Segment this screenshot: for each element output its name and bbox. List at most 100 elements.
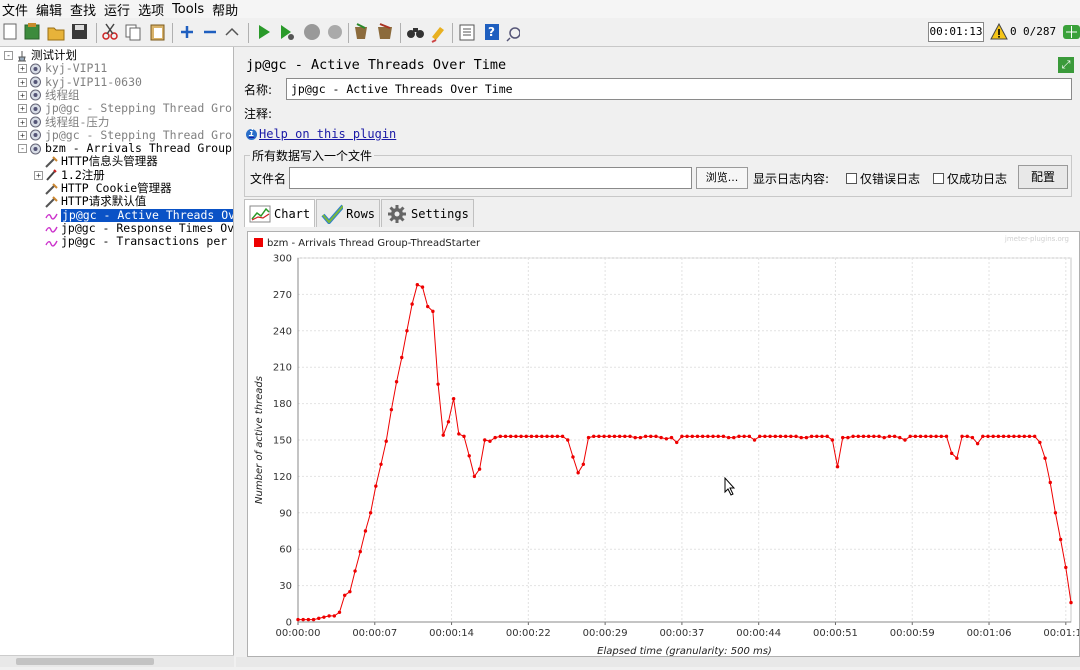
expand-panel-icon[interactable]: ⤢ <box>1058 57 1074 73</box>
function-helper-icon[interactable] <box>459 24 475 41</box>
clear-icon[interactable] <box>355 23 367 39</box>
data-point <box>1043 456 1047 460</box>
tree-node[interactable]: jp@gc - Active Threads Ov <box>34 208 233 222</box>
tree-node[interactable]: +1.2注册 <box>34 168 105 182</box>
data-point <box>322 615 326 619</box>
tree-node[interactable]: + 线程组 <box>18 88 80 102</box>
reset-search-icon[interactable] <box>431 27 444 43</box>
data-point <box>856 434 860 439</box>
templates-icon[interactable] <box>24 23 40 40</box>
data-point <box>327 614 331 618</box>
expand-icon[interactable]: + <box>18 117 27 127</box>
expand-all-icon[interactable] <box>181 26 193 38</box>
data-point <box>311 617 316 622</box>
browse-button[interactable]: 浏览... <box>696 167 748 189</box>
start-no-pauses-icon[interactable] <box>281 25 294 40</box>
menu-item-3[interactable]: 运行 <box>104 0 130 19</box>
expand-icon[interactable]: + <box>34 170 43 180</box>
tree-horizontal-scrollbar[interactable] <box>0 655 234 667</box>
save-icon[interactable] <box>72 24 87 39</box>
data-point <box>379 462 383 466</box>
collapse-icon[interactable]: - <box>18 144 27 154</box>
x-axis-label: Elapsed time (granularity: 500 ms) <box>597 646 772 657</box>
data-point <box>306 617 311 622</box>
data-point <box>420 285 425 289</box>
expand-icon[interactable]: + <box>18 130 27 140</box>
cut-icon[interactable] <box>102 23 118 40</box>
expand-icon[interactable]: + <box>18 104 27 114</box>
menu-item-4[interactable]: 选项 <box>138 0 164 19</box>
help-link[interactable]: i Help on this plugin <box>246 127 396 141</box>
open-icon[interactable] <box>47 27 65 41</box>
tab-settings-label: Settings <box>411 206 469 221</box>
tab-rows[interactable]: Rows <box>316 199 381 227</box>
new-icon[interactable] <box>3 23 17 40</box>
main-horizontal-scrollbar[interactable] <box>236 657 1080 667</box>
copy-icon[interactable] <box>125 24 141 41</box>
wrench-icon <box>45 156 58 168</box>
menu-item-6[interactable]: 帮助 <box>212 0 238 19</box>
y-tick-label: 300 <box>273 254 292 265</box>
data-point <box>540 434 544 439</box>
file-name-input[interactable] <box>289 167 692 189</box>
data-point <box>1064 565 1068 570</box>
data-point <box>348 589 352 594</box>
tree-node[interactable]: jp@gc - Response Times Ov <box>34 221 233 235</box>
configure-button[interactable]: 配置 <box>1018 165 1068 189</box>
data-point <box>898 435 902 440</box>
warning-icon[interactable] <box>990 23 1008 41</box>
tree-node[interactable]: - 测试计划 <box>4 49 77 62</box>
data-point <box>1032 434 1037 439</box>
gear-icon <box>386 204 408 224</box>
tree-node[interactable]: HTTP Cookie管理器 <box>34 182 172 195</box>
tree-node[interactable]: + kyj-VIP11 <box>18 62 107 75</box>
data-point <box>970 435 975 440</box>
clear-all-icon[interactable] <box>378 23 392 39</box>
x-tick-label: 00:00:29 <box>583 628 628 639</box>
collapse-icon[interactable]: - <box>4 51 13 60</box>
shutdown-icon[interactable] <box>328 25 342 39</box>
tree-node[interactable]: + jp@gc - Stepping Thread Grou <box>18 128 233 142</box>
name-field[interactable]: jp@gc - Active Threads Over Time <box>286 78 1072 100</box>
thread-group-icon <box>29 89 42 101</box>
data-point <box>462 434 466 439</box>
tree-node[interactable]: - bzm - Arrivals Thread Group <box>18 142 232 155</box>
toggle-icon[interactable] <box>225 27 239 36</box>
tree-node[interactable]: + jp@gc - Stepping Thread Grou <box>18 102 233 115</box>
data-point <box>503 434 508 439</box>
tab-settings[interactable]: Settings <box>381 199 474 227</box>
menu-item-0[interactable]: 文件 <box>2 0 28 19</box>
menu-bar: 文件 编辑 查找 运行 选项 Tools 帮助 <box>0 0 1080 19</box>
thread-group-icon <box>29 143 42 155</box>
tree-node[interactable]: + 线程组-压力 <box>18 115 109 129</box>
checkmark-icon <box>321 204 344 224</box>
menu-item-1[interactable]: 编辑 <box>36 0 62 19</box>
tree-node[interactable]: jp@gc - Transactions per <box>34 235 227 248</box>
y-tick-label: 270 <box>273 290 292 301</box>
tree-node[interactable]: HTTP信息头管理器 <box>34 155 158 168</box>
data-point <box>716 434 720 439</box>
x-tick-label: 00:01:06 <box>967 628 1012 639</box>
data-point <box>726 435 731 440</box>
data-point <box>851 434 855 439</box>
expand-icon[interactable]: + <box>18 77 27 87</box>
graph-icon <box>45 236 58 248</box>
stop-icon[interactable] <box>304 24 320 40</box>
start-icon[interactable] <box>259 25 270 39</box>
success-only-checkbox[interactable]: 仅成功日志 <box>933 170 1007 187</box>
paste-icon[interactable] <box>150 24 165 41</box>
search-icon[interactable] <box>407 28 424 38</box>
errors-only-checkbox[interactable]: 仅错误日志 <box>846 170 920 187</box>
expand-icon[interactable]: + <box>18 64 27 74</box>
expand-icon[interactable]: + <box>18 90 27 100</box>
remote-icon[interactable] <box>506 27 520 42</box>
tab-chart[interactable]: Chart <box>244 199 316 227</box>
help-icon[interactable]: ? <box>485 24 499 40</box>
tree-node[interactable]: HTTP请求默认值 <box>34 195 146 208</box>
tree-node[interactable]: + kyj-VIP11-0630 <box>18 75 142 89</box>
name-label: 名称: <box>244 82 273 97</box>
data-point <box>571 455 575 459</box>
menu-item-5[interactable]: Tools <box>172 2 204 17</box>
menu-item-2[interactable]: 查找 <box>70 0 96 19</box>
chart-tab-icon <box>249 204 271 224</box>
